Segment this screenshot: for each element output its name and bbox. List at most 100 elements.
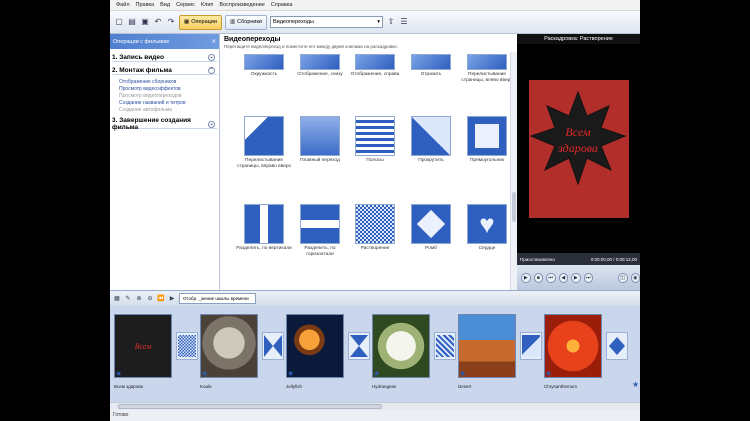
- show-timeline-button[interactable]: Отобр. _жение шкалы времени: [179, 293, 256, 304]
- storyboard-clip[interactable]: ★ Jellyfish: [286, 314, 344, 389]
- redo-icon[interactable]: ↷: [166, 17, 176, 27]
- transition-label: Разделить, по вертикали: [236, 246, 292, 251]
- status-bar: Готово: [110, 410, 640, 421]
- view-options-icon[interactable]: ☰: [399, 17, 409, 27]
- transition-tile[interactable]: Прямоугольник: [467, 116, 507, 164]
- chevron-up-icon[interactable]: ⌃: [208, 66, 215, 74]
- menu-help[interactable]: Справка: [271, 2, 293, 8]
- transition-slot[interactable]: [176, 332, 198, 360]
- clip-thumbnail: Всем: [114, 314, 172, 378]
- undo-icon[interactable]: ↶: [153, 17, 163, 27]
- transition-tile[interactable]: ♥ Сердце: [467, 204, 507, 252]
- transition-tile[interactable]: Перелистывание страницы, вправо вверх: [237, 116, 291, 169]
- zoom-in-icon[interactable]: ⊕: [135, 295, 143, 303]
- star-icon: ★: [545, 369, 553, 378]
- clip-thumbnail: [200, 314, 258, 378]
- zoom-out-icon[interactable]: ⊖: [146, 295, 154, 303]
- stop-icon[interactable]: ■: [533, 272, 543, 283]
- transition-tile[interactable]: Плавный переход: [300, 116, 340, 164]
- task-link[interactable]: Просмотр видеоэффектов: [119, 86, 219, 93]
- transition-slot[interactable]: [262, 332, 284, 360]
- diamond-transition-icon: [609, 337, 625, 355]
- close-icon[interactable]: ✕: [211, 39, 216, 45]
- clip-label: Jellyfish: [286, 384, 303, 389]
- transition-tile[interactable]: Перелистывание страницы, влево вверх: [461, 54, 513, 83]
- playback-time: 0:00:00,00 / 0:00:12,00: [590, 256, 637, 262]
- transition-thumbnail: [355, 204, 395, 244]
- playback-controls: ▶ ■ ⏮ ◀ ▶ ⏭ ◫ ◉: [517, 265, 640, 290]
- menu-play[interactable]: Воспроизведение: [219, 2, 264, 8]
- storyboard-clip[interactable]: ★ Koala: [200, 314, 258, 389]
- transition-tile[interactable]: Разделить, по горизонтали: [300, 204, 340, 257]
- transition-tile[interactable]: Отображение, справа: [351, 54, 399, 78]
- menu-tools[interactable]: Сервис: [176, 2, 195, 8]
- transition-slot[interactable]: [348, 332, 370, 360]
- collection-scrollbar[interactable]: [510, 52, 517, 290]
- save-project-icon[interactable]: ▣: [140, 17, 150, 27]
- menu-edit[interactable]: Правка: [136, 2, 155, 8]
- tasks-button[interactable]: ▦ Операции: [179, 14, 222, 30]
- transition-tile[interactable]: Ромб: [411, 204, 451, 252]
- transition-slot[interactable]: [520, 332, 542, 360]
- grid-icon[interactable]: ▦: [113, 295, 121, 303]
- collection-title: Видеопереходы: [224, 36, 281, 43]
- transition-thumbnail: [355, 116, 395, 156]
- transition-tile[interactable]: Полосы: [355, 116, 395, 164]
- task-link[interactable]: Создание названий и титров: [119, 100, 219, 107]
- bowtie-transition-icon: [264, 335, 282, 357]
- storyboard-scrollbar[interactable]: [110, 402, 640, 410]
- storyboard-clip[interactable]: ★ Hydrangeas: [372, 314, 430, 389]
- chevron-down-icon[interactable]: ⌄: [208, 120, 215, 128]
- transition-thumbnail: [411, 116, 451, 156]
- transition-tile[interactable]: Отразить: [411, 54, 451, 78]
- clip-thumbnail-text: Всем: [134, 341, 152, 351]
- transition-label: Отображение, снизу: [297, 72, 343, 77]
- transition-tile[interactable]: Разделить, по вертикали: [236, 204, 292, 252]
- play-storyboard-icon[interactable]: ▶: [168, 295, 176, 303]
- clip-label: Koala: [200, 384, 212, 389]
- transition-slot[interactable]: [606, 332, 628, 360]
- transition-thumbnail: [300, 116, 340, 156]
- storyboard-clip[interactable]: Всем ★ Всем здарова: [114, 314, 172, 389]
- menu-file[interactable]: Файл: [116, 2, 130, 8]
- rewind-storyboard-icon[interactable]: ⏪: [157, 295, 165, 303]
- storyboard-clip[interactable]: ★ Chrysanthemum: [544, 314, 602, 389]
- task-section-title: 1. Запись видео: [112, 53, 164, 61]
- rewind-icon[interactable]: ◀: [558, 272, 568, 283]
- scrollbar-thumb[interactable]: [118, 404, 382, 409]
- narrate-icon[interactable]: ✎: [124, 295, 132, 303]
- play-icon[interactable]: ▶: [521, 272, 531, 283]
- storyboard-clip[interactable]: ★ Desert: [458, 314, 516, 389]
- collections-button-label: Сборники: [237, 19, 262, 25]
- menu-clip[interactable]: Клип: [201, 2, 213, 8]
- task-link[interactable]: Отображение сборников: [119, 79, 219, 86]
- transition-tile[interactable]: Окружность: [244, 54, 284, 78]
- up-level-icon[interactable]: ⇧: [386, 17, 396, 27]
- task-section-title: 3. Завершение создания фильма: [112, 117, 191, 131]
- collection-select[interactable]: Видеопереходы ▾: [269, 16, 383, 28]
- transition-tile[interactable]: Прокрутить: [411, 116, 451, 164]
- next-frame-icon[interactable]: ⏭: [583, 272, 593, 283]
- task-section-finish[interactable]: 3. Завершение создания фильма ⌄: [112, 117, 217, 131]
- snapshot-icon[interactable]: ◉: [630, 272, 640, 283]
- transition-tile[interactable]: Растворение: [355, 204, 395, 252]
- menu-view[interactable]: Вид: [160, 2, 170, 8]
- forward-icon[interactable]: ▶: [571, 272, 581, 283]
- previous-frame-icon[interactable]: ⏮: [546, 272, 556, 283]
- clip-thumbnail: [286, 314, 344, 378]
- collections-button[interactable]: ▥ Сборники: [224, 14, 267, 30]
- storyboard: Всем ★ Всем здарова ★ Koala ★ Jellyfish …: [110, 306, 640, 402]
- open-project-icon[interactable]: ▤: [127, 17, 137, 27]
- transition-tile[interactable]: Отображение, снизу: [297, 54, 343, 78]
- transition-thumbnail: [411, 54, 451, 70]
- task-section-edit[interactable]: 2. Монтаж фильма ⌃: [112, 66, 217, 75]
- tasks-button-label: Операции: [191, 19, 217, 25]
- transition-slot[interactable]: [434, 332, 456, 360]
- transition-thumbnail: [244, 54, 284, 70]
- transition-label: Перелистывание страницы, вправо вверх: [237, 158, 291, 169]
- chevron-down-icon[interactable]: ⌄: [208, 53, 215, 61]
- new-project-icon[interactable]: ▢: [114, 17, 124, 27]
- scrollbar-thumb[interactable]: [512, 192, 516, 222]
- task-section-capture[interactable]: 1. Запись видео ⌄: [112, 53, 217, 62]
- split-clip-icon[interactable]: ◫: [618, 272, 628, 283]
